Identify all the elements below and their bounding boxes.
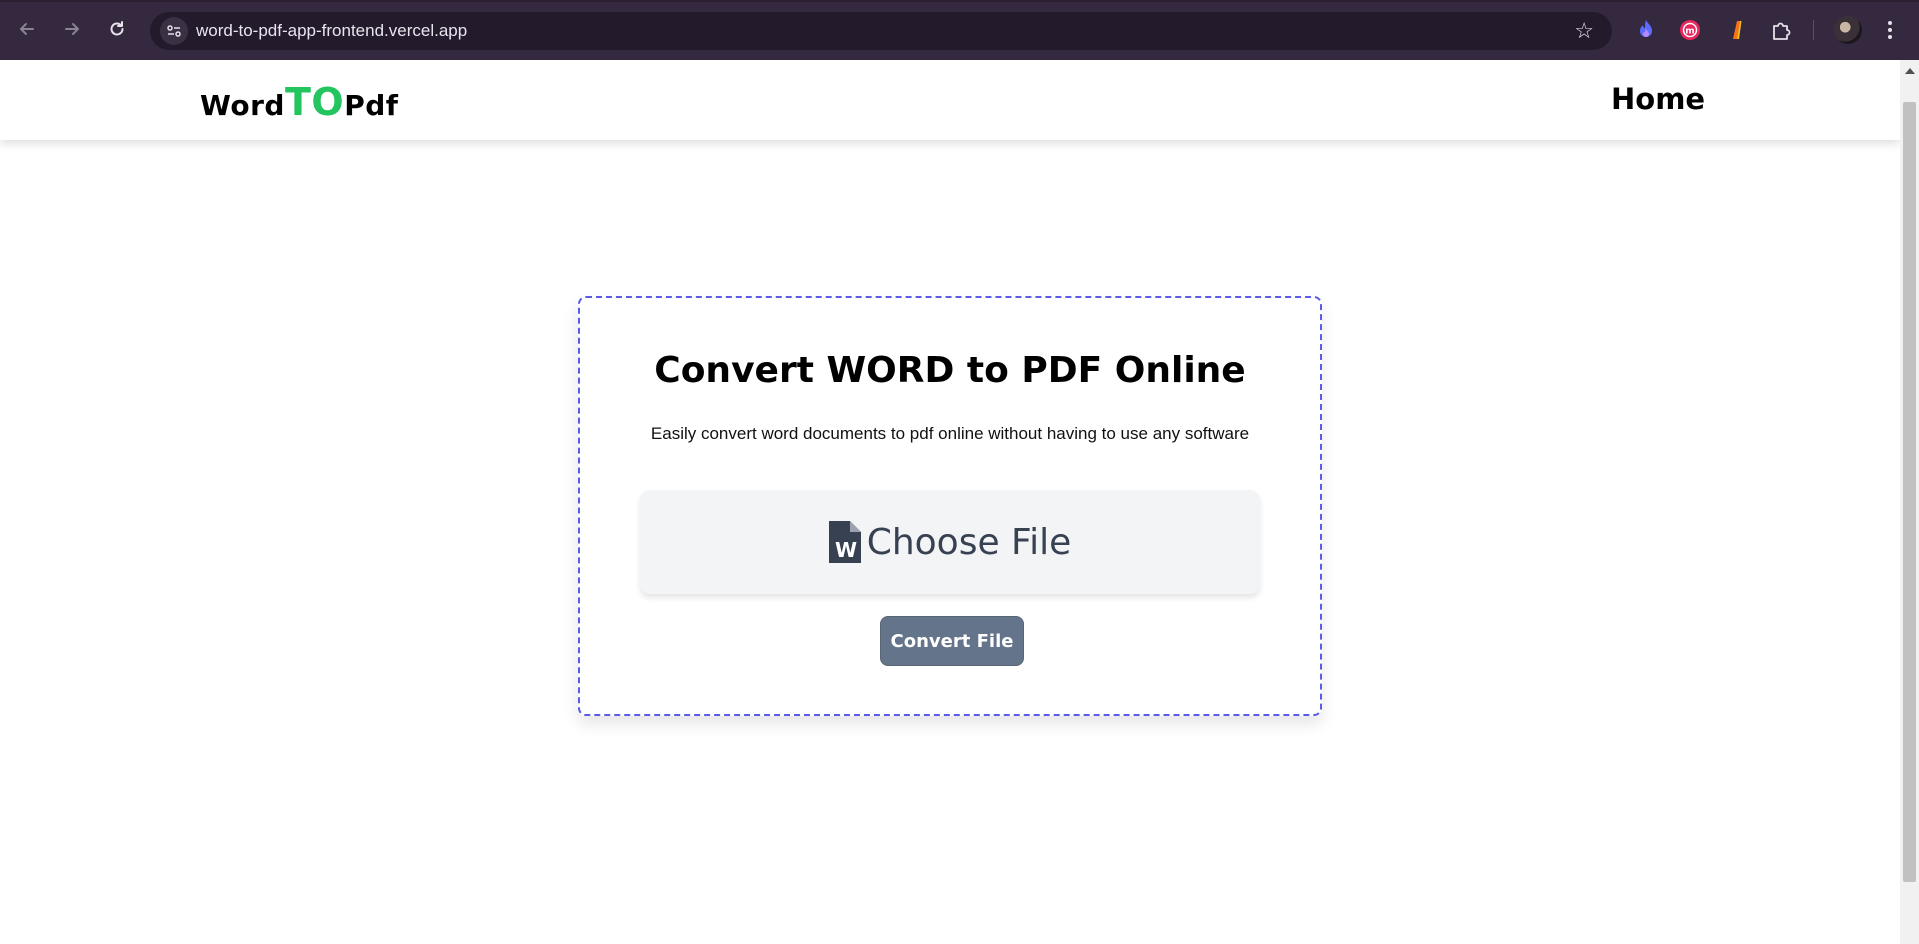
page-scrollbar[interactable] bbox=[1900, 60, 1919, 944]
scrollbar-thumb[interactable] bbox=[1903, 102, 1916, 882]
site-logo[interactable]: WordTOPdf bbox=[200, 80, 398, 124]
page-title: Convert WORD to PDF Online bbox=[654, 350, 1246, 391]
address-bar[interactable]: word-to-pdf-app-frontend.vercel.app ☆ bbox=[150, 12, 1612, 50]
converter-card: Convert WORD to PDF Online Easily conver… bbox=[578, 296, 1322, 716]
site-navbar: WordTOPdf Home bbox=[0, 60, 1900, 140]
svg-text:W: W bbox=[835, 538, 857, 562]
forward-arrow-icon[interactable] bbox=[57, 14, 87, 44]
more-menu-icon[interactable] bbox=[1882, 16, 1898, 44]
word-file-icon: W bbox=[828, 521, 861, 563]
logo-to: TO bbox=[284, 80, 345, 124]
scroll-up-arrow-icon[interactable] bbox=[1900, 64, 1919, 78]
profile-avatar[interactable] bbox=[1834, 16, 1862, 44]
extension-flame-icon[interactable] bbox=[1634, 18, 1658, 42]
home-link[interactable]: Home bbox=[1611, 82, 1705, 116]
browser-toolbar: word-to-pdf-app-frontend.vercel.app ☆ m bbox=[0, 0, 1919, 60]
site-info-icon[interactable] bbox=[160, 17, 188, 45]
choose-file-label: Choose File bbox=[866, 521, 1072, 563]
page-subtitle: Easily convert word documents to pdf onl… bbox=[650, 424, 1250, 443]
extensions-puzzle-icon[interactable] bbox=[1769, 18, 1793, 42]
svg-text:m: m bbox=[1685, 27, 1694, 37]
url-text[interactable]: word-to-pdf-app-frontend.vercel.app bbox=[196, 21, 467, 41]
logo-word: Word bbox=[200, 89, 285, 122]
toolbar-divider bbox=[1813, 20, 1814, 40]
page-viewport: WordTOPdf Home Convert WORD to PDF Onlin… bbox=[0, 60, 1900, 944]
extension-lamp-icon[interactable] bbox=[1725, 18, 1749, 42]
extension-m-icon[interactable]: m bbox=[1678, 18, 1702, 42]
logo-pdf: Pdf bbox=[344, 89, 399, 122]
convert-file-button[interactable]: Convert File bbox=[880, 616, 1024, 666]
tab-strip-edge bbox=[0, 0, 1919, 2]
choose-file-dropzone[interactable]: W Choose File bbox=[640, 490, 1260, 594]
bookmark-star-icon[interactable]: ☆ bbox=[1574, 18, 1594, 44]
back-arrow-icon[interactable] bbox=[12, 14, 42, 44]
reload-icon[interactable] bbox=[102, 14, 132, 44]
